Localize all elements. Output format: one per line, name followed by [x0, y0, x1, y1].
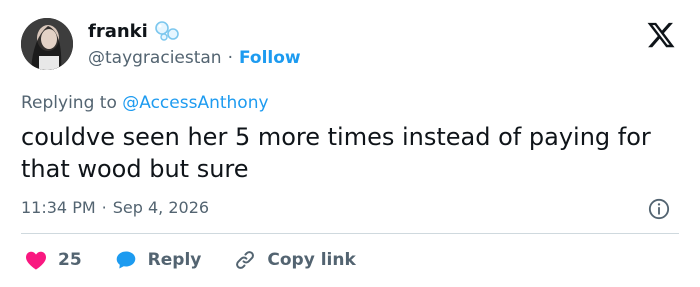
avatar[interactable] — [21, 18, 73, 70]
tweet-card: franki @taygraciestan · Follow Replying … — [0, 0, 700, 287]
copy-link-label: Copy link — [267, 250, 356, 270]
name-row: franki — [88, 20, 180, 42]
like-count: 25 — [58, 250, 82, 270]
copy-link-button[interactable]: Copy link — [233, 248, 356, 272]
reply-bubble-icon — [116, 251, 135, 269]
action-bar: 25 Reply Copy link — [24, 248, 388, 272]
display-name[interactable]: franki — [88, 21, 148, 42]
tweet-date[interactable]: Sep 4, 2026 — [113, 198, 209, 217]
link-icon — [236, 251, 255, 269]
avatar-photo — [21, 18, 73, 70]
reply-mention-link[interactable]: @AccessAnthony — [122, 93, 268, 113]
reply-button[interactable]: Reply — [114, 248, 202, 272]
tweet-time[interactable]: 11:34 PM — [21, 198, 96, 217]
replying-prefix: Replying to — [21, 93, 123, 113]
meta-separator: · — [101, 198, 107, 217]
divider — [21, 233, 679, 234]
follow-button[interactable]: Follow — [239, 48, 301, 68]
heart-icon — [26, 251, 46, 270]
separator: · — [227, 48, 233, 68]
user-handle[interactable]: @taygraciestan — [88, 48, 222, 68]
x-logo-icon[interactable] — [646, 20, 676, 50]
replying-to: Replying to @AccessAnthony — [21, 93, 269, 113]
bubbles-emoji-icon — [155, 21, 179, 41]
reply-label: Reply — [147, 250, 202, 270]
info-icon[interactable] — [648, 198, 670, 220]
like-button[interactable]: 25 — [24, 248, 82, 272]
tweet-text: couldve seen her 5 more times instead of… — [21, 123, 651, 183]
handle-row: @taygraciestan · Follow — [88, 48, 301, 68]
tweet-meta: 11:34 PM · Sep 4, 2026 — [21, 198, 209, 217]
